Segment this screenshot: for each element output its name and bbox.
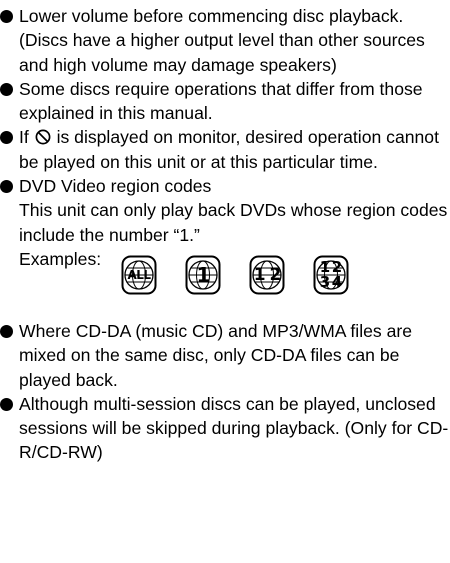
globe-region-12-icon: 1 2 [249,255,285,295]
globe-region-1-icon: 1 [185,255,221,295]
note-prohibited: If is displayed on monitor, desired oper… [0,125,450,174]
note-multi-session: Although multi-session discs can be play… [0,392,450,465]
region-number: 4 [331,272,343,291]
bullet-icon [0,131,13,145]
region-label: 1 2 3 4 [313,255,349,295]
bullet-icon [0,82,13,96]
region-label: 1 [196,262,211,287]
globe-region-all-icon: ALL [121,255,157,295]
prohibited-icon [35,127,51,145]
note-operations: Some discs require operations that diffe… [0,77,450,126]
note-mixed-files: Where CD-DA (music CD) and MP3/WMA files… [0,319,450,392]
region-number: 3 [319,272,331,291]
bullet-icon [0,397,13,411]
note-text-after: is displayed on monitor, desired operati… [19,127,439,172]
note-volume: Lower volume before commencing disc play… [0,4,450,77]
region-label: ALL [127,267,151,282]
bullet-icon [0,180,13,194]
region-codes-title: DVD Video region codes [19,176,212,197]
bullet-icon [0,324,13,338]
note-text-before: If [19,127,29,148]
notes-list: Lower volume before commencing disc play… [0,4,450,465]
globe-region-1234-icon: 1 2 3 4 [313,255,349,295]
note-text: Some discs require operations that diffe… [19,78,423,124]
manual-page: Lower volume before commencing disc play… [0,0,450,563]
region-examples: Examples: ALL 1 1 2 1 2 3 4 [19,247,450,309]
bullet-icon [0,10,13,23]
region-codes-text: This unit can only play back DVDs whose … [19,200,448,245]
note-region-codes: DVD Video region codes This unit can onl… [0,174,450,309]
note-text: Lower volume before commencing disc play… [19,6,425,75]
note-text: Where CD-DA (music CD) and MP3/WMA files… [19,320,413,390]
region-label: 1 2 [253,264,282,285]
examples-label: Examples: [19,248,102,269]
note-text: Although multi-session discs can be play… [19,393,449,463]
